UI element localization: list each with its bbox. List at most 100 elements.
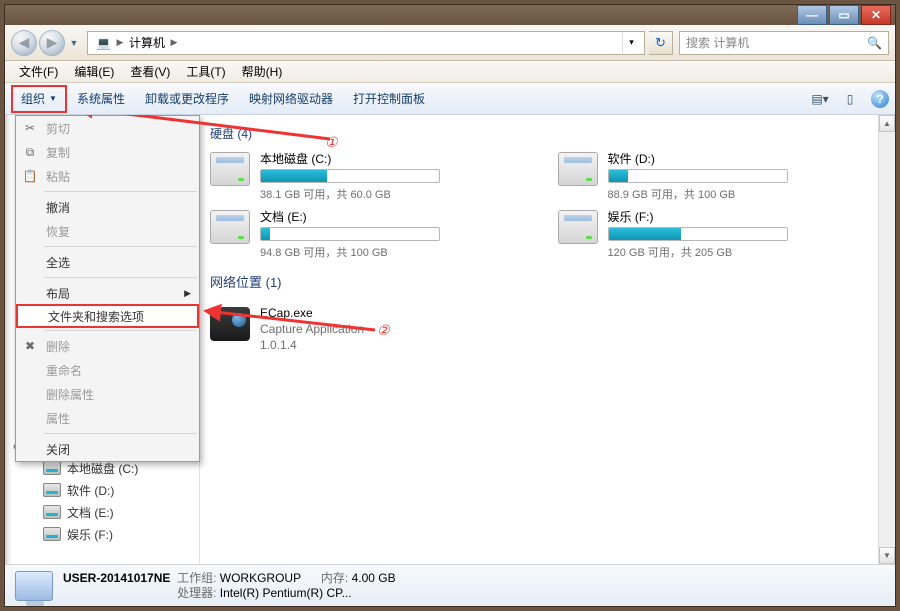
back-button[interactable]: ◀ — [11, 30, 37, 56]
menu-separator — [44, 433, 197, 434]
tree-drive-e[interactable]: 文档 (E:) — [5, 501, 199, 523]
system-properties-button[interactable]: 系统属性 — [67, 84, 135, 114]
network-item-ecap[interactable]: ECap.exe Capture Application 1.0.1.4 — [210, 305, 885, 353]
chevron-right-icon: ▶ — [184, 288, 191, 299]
drive-free-text: 88.9 GB 可用，共 100 GB — [608, 186, 886, 202]
menu-separator — [44, 277, 197, 278]
chevron-right-icon[interactable]: ▶ — [115, 37, 125, 48]
memory-label: 内存: — [321, 571, 348, 585]
title-bar: — ▭ ✕ — [5, 5, 895, 25]
organize-label: 组织 — [21, 87, 45, 111]
address-bar[interactable]: 💻 ▶ 计算机 ▶ ▾ — [87, 31, 645, 55]
menu-edit[interactable]: 编辑(E) — [66, 61, 122, 83]
preview-pane-button[interactable]: ▯ — [841, 90, 859, 108]
forward-button[interactable]: ▶ — [39, 30, 65, 56]
menu-tools[interactable]: 工具(T) — [178, 61, 233, 83]
drive-label: 娱乐 (F:) — [608, 208, 886, 225]
menu-layout[interactable]: 布局▶ — [16, 281, 199, 305]
drive-icon — [210, 210, 250, 244]
menu-delete[interactable]: ✖删除 — [16, 334, 199, 358]
delete-icon: ✖ — [22, 339, 38, 353]
menu-copy[interactable]: ⧉复制 — [16, 140, 199, 164]
drive-free-text: 120 GB 可用，共 205 GB — [608, 244, 886, 260]
drive-icon — [558, 210, 598, 244]
explorer-window: — ▭ ✕ ◀ ▶ ▼ 💻 ▶ 计算机 ▶ ▾ ↻ 搜索 计算机 🔍 文件(F)… — [4, 4, 896, 607]
menu-folder-options[interactable]: 文件夹和搜索选项 — [16, 304, 199, 328]
menu-help[interactable]: 帮助(H) — [234, 61, 291, 83]
breadcrumb-computer[interactable]: 计算机 — [125, 32, 169, 54]
details-pane: USER-20141017NE 工作组: WORKGROUP 内存: 4.00 … — [5, 564, 895, 606]
tree-drive-f[interactable]: 娱乐 (F:) — [5, 523, 199, 545]
menu-select-all[interactable]: 全选 — [16, 250, 199, 274]
scroll-down-button[interactable]: ▼ — [879, 547, 895, 564]
content-pane: 硬盘 (4) 本地磁盘 (C:) 38.1 GB 可用，共 60.0 GB 软件… — [200, 115, 895, 564]
refresh-button[interactable]: ↻ — [649, 31, 673, 55]
drive-icon — [43, 461, 61, 475]
search-icon: 🔍 — [867, 36, 882, 50]
drive-icon — [43, 505, 61, 519]
menu-undo[interactable]: 撤消 — [16, 195, 199, 219]
drive-icon — [210, 152, 250, 186]
organize-menu: ✂剪切 ⧉复制 📋粘贴 撤消 恢复 全选 布局▶ 文件夹和搜索选项 ✖删除 重命… — [15, 115, 200, 462]
search-placeholder: 搜索 计算机 — [686, 34, 749, 51]
group-hard-drives[interactable]: 硬盘 (4) — [210, 119, 885, 150]
cpu-value: Intel(R) Pentium(R) CP... — [220, 586, 352, 600]
tree-drive-d[interactable]: 软件 (D:) — [5, 479, 199, 501]
chevron-down-icon: ▼ — [49, 87, 57, 111]
menu-separator — [44, 330, 197, 331]
search-input[interactable]: 搜索 计算机 🔍 — [679, 31, 889, 55]
cpu-label: 处理器: — [177, 586, 216, 600]
body-area: ✂剪切 ⧉复制 📋粘贴 撤消 恢复 全选 布局▶ 文件夹和搜索选项 ✖删除 重命… — [5, 115, 895, 564]
menu-rename[interactable]: 重命名 — [16, 358, 199, 382]
group-network-locations[interactable]: 网络位置 (1) — [210, 266, 885, 299]
paste-icon: 📋 — [22, 169, 38, 183]
map-network-drive-button[interactable]: 映射网络驱动器 — [239, 84, 343, 114]
command-bar: 组织 ▼ 系统属性 卸载或更改程序 映射网络驱动器 打开控制面板 ▤▾ ▯ ? — [5, 83, 895, 115]
cut-icon: ✂ — [22, 121, 38, 135]
chevron-right-icon[interactable]: ▶ — [169, 37, 179, 48]
navigation-bar: ◀ ▶ ▼ 💻 ▶ 计算机 ▶ ▾ ↻ 搜索 计算机 🔍 — [5, 25, 895, 61]
uninstall-programs-button[interactable]: 卸载或更改程序 — [135, 84, 239, 114]
view-tools: ▤▾ ▯ ? — [811, 90, 889, 108]
drive-usage-bar — [260, 227, 440, 241]
camera-icon — [210, 307, 250, 341]
menu-paste[interactable]: 📋粘贴 — [16, 164, 199, 188]
menu-file[interactable]: 文件(F) — [11, 61, 66, 83]
menu-cut[interactable]: ✂剪切 — [16, 116, 199, 140]
menu-view[interactable]: 查看(V) — [122, 61, 178, 83]
open-control-panel-button[interactable]: 打开控制面板 — [343, 84, 435, 114]
minimize-button[interactable]: — — [797, 5, 827, 25]
drive-usage-bar — [608, 169, 788, 183]
menu-separator — [44, 246, 197, 247]
close-button[interactable]: ✕ — [861, 5, 891, 25]
organize-button[interactable]: 组织 ▼ — [11, 85, 67, 113]
menu-bar: 文件(F) 编辑(E) 查看(V) 工具(T) 帮助(H) — [5, 61, 895, 83]
computer-icon: 💻 — [92, 32, 115, 54]
drive-icon — [43, 527, 61, 541]
maximize-button[interactable]: ▭ — [829, 5, 859, 25]
computer-icon — [15, 571, 53, 601]
drive-label: 文档 (E:) — [260, 208, 538, 225]
drive-free-text: 38.1 GB 可用，共 60.0 GB — [260, 186, 538, 202]
menu-redo[interactable]: 恢复 — [16, 219, 199, 243]
drive-label: 软件 (D:) — [608, 150, 886, 167]
scroll-up-button[interactable]: ▲ — [879, 115, 895, 132]
drive-f[interactable]: 娱乐 (F:) 120 GB 可用，共 205 GB — [558, 208, 886, 260]
drive-d[interactable]: 软件 (D:) 88.9 GB 可用，共 100 GB — [558, 150, 886, 202]
workgroup-label: 工作组: — [177, 571, 216, 585]
address-dropdown[interactable]: ▾ — [622, 32, 640, 54]
net-item-version: 1.0.1.4 — [260, 337, 364, 353]
drive-c[interactable]: 本地磁盘 (C:) 38.1 GB 可用，共 60.0 GB — [210, 150, 538, 202]
vertical-scrollbar[interactable]: ▲ ▼ — [878, 115, 895, 564]
drive-free-text: 94.8 GB 可用，共 100 GB — [260, 244, 538, 260]
menu-remove-properties[interactable]: 删除属性 — [16, 382, 199, 406]
menu-properties[interactable]: 属性 — [16, 406, 199, 430]
change-view-button[interactable]: ▤▾ — [811, 90, 829, 108]
computer-name: USER-20141017NE — [63, 571, 170, 585]
nav-history-dropdown[interactable]: ▼ — [67, 34, 81, 52]
drive-e[interactable]: 文档 (E:) 94.8 GB 可用，共 100 GB — [210, 208, 538, 260]
help-button[interactable]: ? — [871, 90, 889, 108]
drive-icon — [558, 152, 598, 186]
menu-close[interactable]: 关闭 — [16, 437, 199, 461]
net-item-desc: Capture Application — [260, 321, 364, 337]
